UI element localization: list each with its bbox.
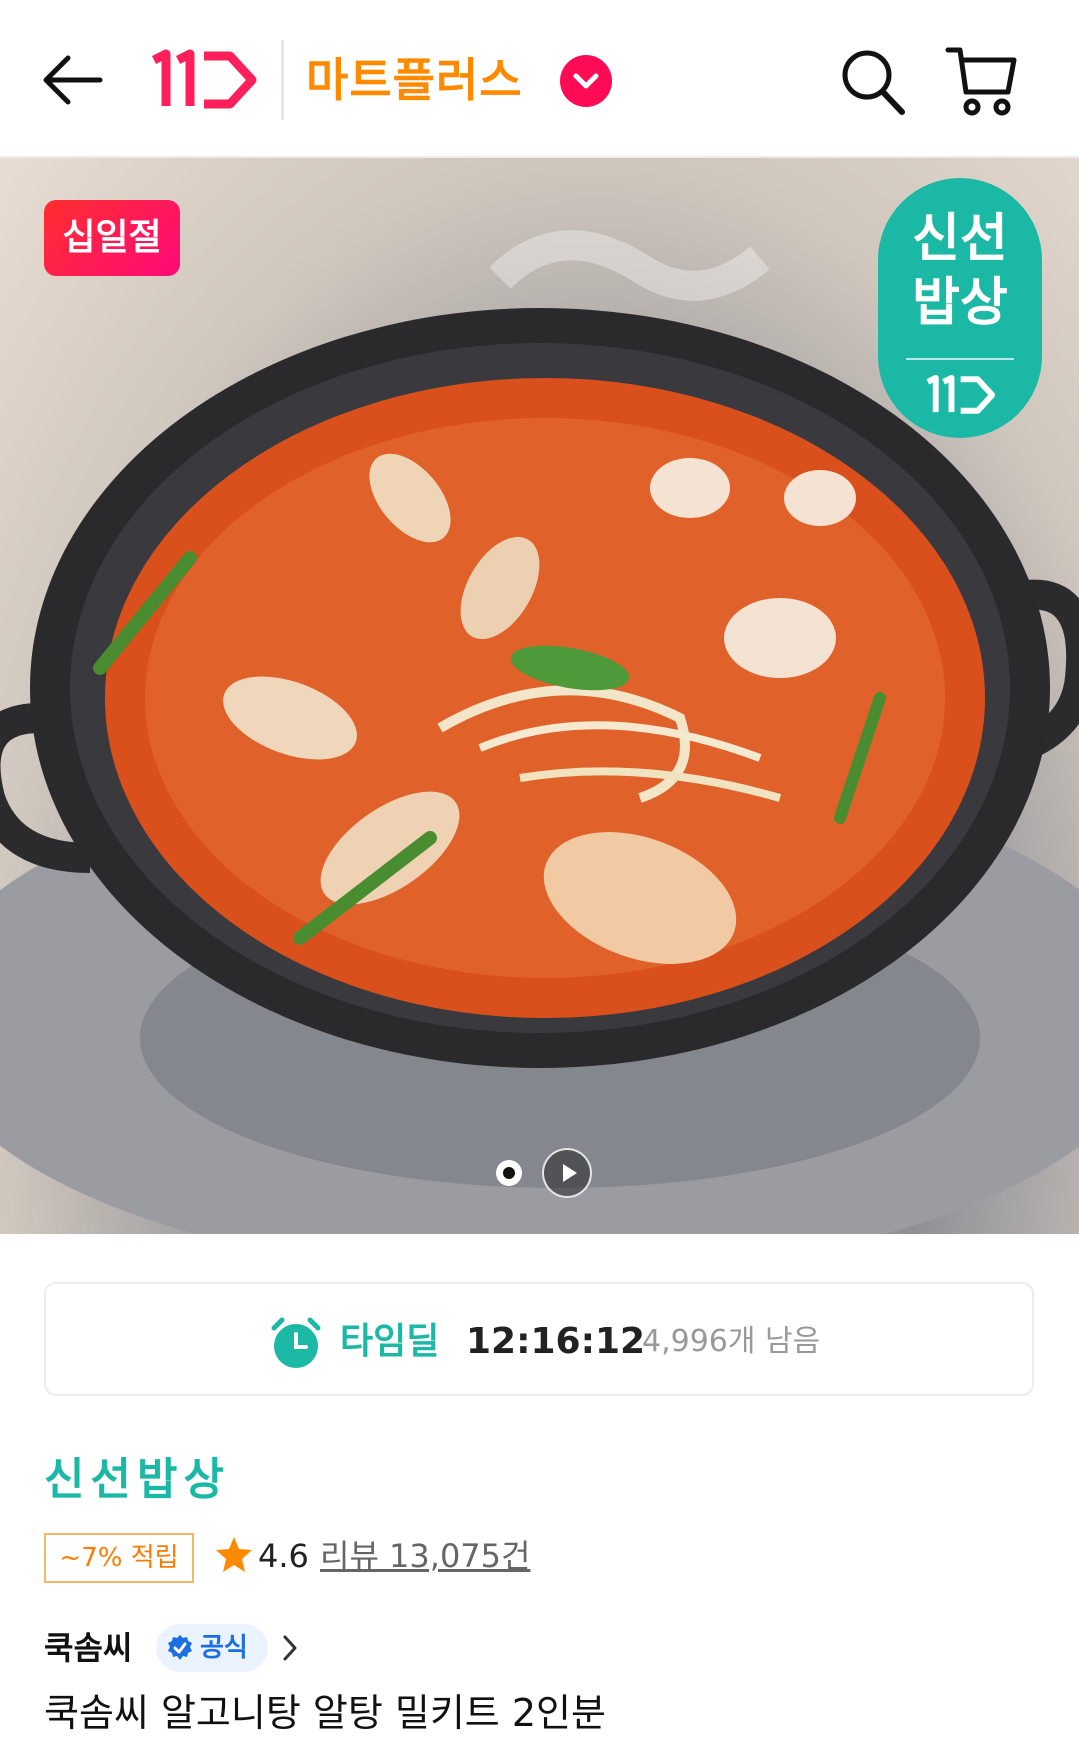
time-deal-label: 타임딜 bbox=[340, 1321, 440, 1362]
shop-name[interactable]: 쿡솜씨 bbox=[44, 1620, 132, 1676]
mart-plus-brand[interactable]: 마트플러스 bbox=[306, 42, 523, 118]
carousel-pager bbox=[496, 1148, 596, 1198]
remaining-stock: 4,996개 남음 bbox=[642, 1324, 821, 1359]
fresh-table-badge: 신선 밥상 bbox=[878, 178, 1042, 438]
11st-logo[interactable] bbox=[148, 48, 258, 112]
header-divider bbox=[281, 40, 284, 120]
pager-dot-active[interactable] bbox=[496, 1160, 522, 1186]
badge-divider bbox=[906, 358, 1014, 360]
chevron-down-icon bbox=[573, 73, 599, 89]
product-image-carousel[interactable]: 십일절 신선 밥상 bbox=[0, 158, 1079, 1234]
chevron-right-icon[interactable] bbox=[282, 1634, 298, 1662]
time-deal-banner[interactable]: 타임딜 12:16:12 4,996개 남음 bbox=[44, 1282, 1034, 1396]
verified-check-icon bbox=[168, 1635, 192, 1660]
review-count-link[interactable]: 리뷰 13,075건 bbox=[320, 1530, 530, 1582]
points-badge: ~7% 적립 bbox=[44, 1533, 194, 1583]
countdown-timer: 12:16:12 bbox=[466, 1321, 646, 1362]
rating-value: 4.6 bbox=[258, 1537, 309, 1575]
arrow-left-icon[interactable] bbox=[38, 50, 108, 110]
star-icon bbox=[216, 1537, 252, 1572]
11st-logo-small bbox=[926, 374, 996, 414]
search-icon[interactable] bbox=[838, 46, 908, 118]
play-icon[interactable] bbox=[542, 1148, 592, 1198]
top-app-bar: 마트플러스 bbox=[0, 0, 1079, 158]
alarm-clock-icon bbox=[271, 1317, 321, 1368]
official-label: 공식 bbox=[200, 1633, 248, 1663]
badge-text-line1: 신선 bbox=[912, 209, 1008, 269]
brand-dropdown-button[interactable] bbox=[560, 55, 612, 107]
sale-event-badge: 십일절 bbox=[44, 200, 180, 276]
product-title: 쿡솜씨 알고니탕 알탕 밀키트 2인분 bbox=[44, 1691, 606, 1735]
badge-text-line2: 밥상 bbox=[912, 273, 1008, 333]
cart-icon[interactable] bbox=[944, 44, 1020, 118]
official-badge: 공식 bbox=[156, 1624, 268, 1672]
product-brand[interactable]: 신선밥상 bbox=[44, 1450, 230, 1510]
